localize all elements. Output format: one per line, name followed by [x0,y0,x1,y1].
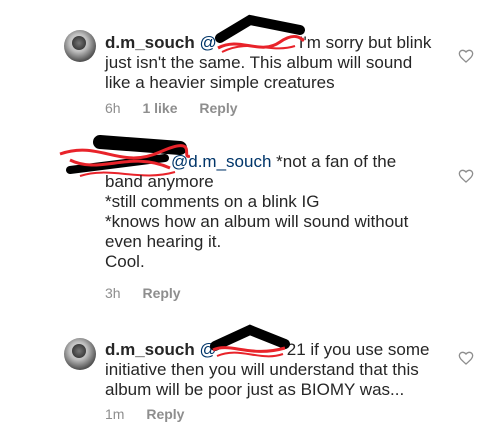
heart-outline-icon[interactable] [458,168,474,184]
comment-line: band anymore [105,172,214,191]
reply-button[interactable]: Reply [142,285,180,301]
comment-meta: 3h Reply [105,285,199,301]
reply-button[interactable]: Reply [146,406,184,422]
comment-meta: 1m Reply [105,406,202,422]
comment-line: like a heavier simple creatures [105,73,335,92]
comment-time: 3h [105,285,121,301]
comment-line: *knows how an album will sound without [105,212,409,231]
comment-2: @d.m_souch *not a fan of the band anymor… [0,130,500,310]
comment-line: *still comments on a blink IG [105,192,320,211]
comment-mention[interactable]: @d.m_souch [171,152,271,171]
comment-line: even hearing it. [105,232,222,251]
comment-1: d.m_souch @ I'm sorry but blink just isn'… [0,0,500,130]
comment-time: 1m [105,406,125,422]
comment-username[interactable]: d.m_souch [105,340,195,359]
comment-line: if you use some [310,340,430,359]
comment-username[interactable]: d.m_souch [105,33,195,52]
redaction-scribble [210,324,290,358]
heart-outline-icon[interactable] [458,48,474,64]
redaction-scribble [215,14,305,53]
comment-time: 6h [105,100,121,116]
comment-line: I'm sorry but blink [298,33,432,52]
comment-likes[interactable]: 1 like [142,100,177,116]
avatar[interactable] [64,30,96,62]
comment-line: album will be poor just as BIOMY was... [105,380,405,399]
comment-line: *not a fan of the [276,152,397,171]
comment-meta: 6h 1 like Reply [105,100,256,116]
heart-outline-icon[interactable] [458,350,474,366]
comment-text: @d.m_souch *not a fan of the band anymor… [105,152,455,272]
comment-line: Cool. [105,252,145,271]
reply-button[interactable]: Reply [199,100,237,116]
comment-3: d.m_souch @21 if you use some initiative… [0,310,500,431]
avatar[interactable] [64,338,96,370]
